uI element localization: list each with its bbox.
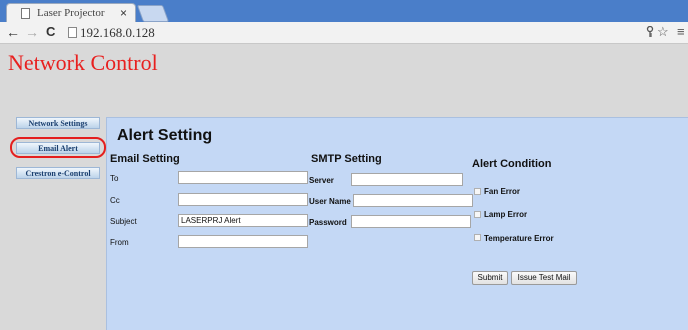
back-icon[interactable]: ←	[6, 24, 20, 40]
alert-heading: Alert Setting	[117, 127, 213, 144]
fan-error-label: Fan Error	[484, 187, 521, 196]
cc-field[interactable]	[178, 193, 308, 206]
subject-label: Subject	[110, 217, 137, 226]
menu-icon[interactable]: ≡	[677, 24, 685, 39]
lamp-error-checkbox[interactable]	[474, 211, 481, 218]
temperature-error-label: Temperature Error	[484, 234, 554, 243]
star-icon[interactable]: ☆	[657, 24, 669, 40]
address-bar[interactable]: 192.168.0.128	[80, 25, 155, 41]
server-label: Server	[309, 176, 334, 185]
smtp-setting-heading: SMTP Setting	[311, 153, 382, 165]
password-field[interactable]	[351, 215, 471, 228]
from-label: From	[110, 238, 129, 247]
forward-icon[interactable]: →	[25, 24, 39, 40]
cc-label: Cc	[110, 196, 120, 205]
new-tab-button[interactable]	[136, 5, 170, 22]
page-icon	[68, 27, 77, 38]
username-label: User Name	[309, 197, 351, 206]
issue-test-mail-button[interactable]: Issue Test Mail	[511, 271, 577, 285]
browser-tab[interactable]: Laser Projector ×	[6, 3, 136, 22]
browser-toolbar: ← → C 192.168.0.128 ☆ ≡	[0, 22, 688, 44]
sidebar-item-crestron-e-control[interactable]: Crestron e-Control	[16, 167, 100, 179]
tab-close-icon[interactable]: ×	[120, 6, 127, 20]
from-field[interactable]	[178, 235, 308, 248]
server-field[interactable]	[351, 173, 463, 186]
page-title: Network Control	[8, 50, 158, 75]
fan-error-checkbox[interactable]	[474, 188, 481, 195]
subject-field[interactable]: LASERPRJ Alert	[178, 214, 308, 227]
sidebar-item-network-settings[interactable]: Network Settings	[16, 117, 100, 129]
page-icon	[21, 8, 30, 19]
tab-title: Laser Projector	[37, 7, 105, 19]
reload-icon[interactable]: C	[46, 24, 55, 39]
lamp-error-label: Lamp Error	[484, 210, 528, 219]
submit-button[interactable]: Submit	[472, 271, 508, 285]
browser-titlebar: Laser Projector ×	[0, 0, 688, 22]
alert-panel: Alert Setting Email Setting To Cc Subjec…	[106, 117, 688, 330]
alert-condition-heading: Alert Condition	[472, 158, 552, 170]
temperature-error-checkbox[interactable]	[474, 234, 481, 241]
selection-highlight	[10, 137, 106, 158]
username-field[interactable]	[353, 194, 473, 207]
to-label: To	[110, 174, 119, 183]
key-icon[interactable]	[646, 25, 654, 41]
to-field[interactable]	[178, 171, 308, 184]
email-setting-heading: Email Setting	[110, 153, 180, 165]
password-label: Password	[309, 218, 347, 227]
